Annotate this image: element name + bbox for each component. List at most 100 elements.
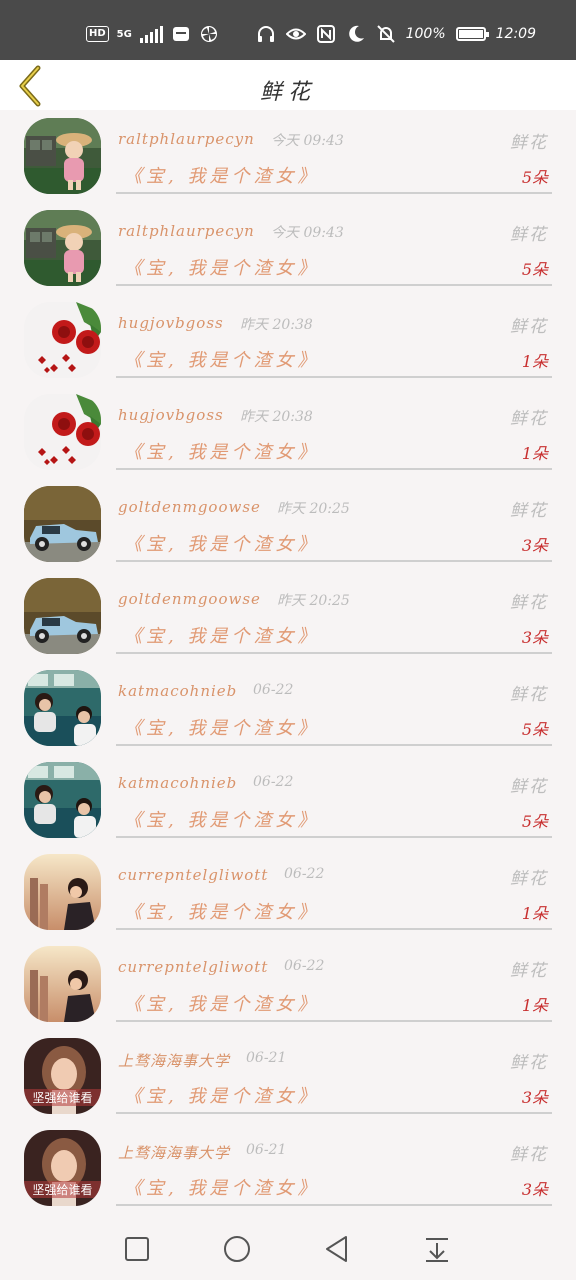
sent-time: 今天 09:43 (271, 225, 344, 241)
gift-work-title[interactable]: 《宝, 我是个渣女》 (124, 990, 319, 1016)
gift-type-label: 鲜花 (510, 869, 548, 889)
gift-list[interactable]: raltphlaurpecyn 今天 09:43 鲜花 《宝, 我是个渣女》 5… (0, 112, 576, 1216)
signal-icon (139, 25, 163, 43)
gift-type-label: 鲜花 (510, 225, 548, 245)
user-avatar[interactable] (24, 394, 101, 470)
home-icon[interactable] (222, 1234, 252, 1264)
row-divider (116, 1020, 552, 1022)
user-avatar[interactable] (24, 946, 101, 1022)
sender-name[interactable]: 上骛海海事大学 (118, 1050, 230, 1071)
status-bar: HD 5G 100% 12:09 (0, 0, 576, 60)
sender-name[interactable]: raltphlaurpecyn (118, 130, 255, 148)
gift-row[interactable]: 坚强给谁看 上骛海海事大学 06-21 鲜花 《宝, 我是个渣女》 3朵 (0, 1124, 576, 1216)
user-avatar[interactable] (24, 486, 101, 562)
gift-work-title[interactable]: 《宝, 我是个渣女》 (124, 438, 319, 464)
row-divider (116, 1112, 552, 1114)
gift-row[interactable]: goltdenmgoowse 昨天 20:25 鲜花 《宝, 我是个渣女》 3朵 (0, 480, 576, 572)
recent-apps-icon[interactable] (122, 1234, 152, 1264)
pinwheel-app-icon (200, 26, 217, 42)
status-right-group: 100% 12:09 (256, 24, 536, 44)
bell-muted-icon (376, 25, 395, 43)
user-avatar[interactable] (24, 578, 101, 654)
sent-time: 昨天 20:25 (277, 501, 350, 517)
sender-name[interactable]: goltdenmgoowse (118, 498, 261, 516)
sender-name[interactable]: goltdenmgoowse (118, 590, 261, 608)
user-avatar[interactable] (24, 670, 101, 746)
avatar-caption: 坚强给谁看 (24, 1089, 101, 1106)
sender-name[interactable]: katmacohnieb (118, 774, 237, 792)
gift-row[interactable]: hugjovbgoss 昨天 20:38 鲜花 《宝, 我是个渣女》 1朵 (0, 296, 576, 388)
gift-row[interactable]: raltphlaurpecyn 今天 09:43 鲜花 《宝, 我是个渣女》 5… (0, 204, 576, 296)
gift-work-title[interactable]: 《宝, 我是个渣女》 (124, 898, 319, 924)
gift-type-label: 鲜花 (510, 317, 548, 337)
sender-name[interactable]: currepntelgliwott (118, 958, 268, 976)
gift-row[interactable]: currepntelgliwott 06-22 鲜花 《宝, 我是个渣女》 1朵 (0, 848, 576, 940)
gift-type-label: 鲜花 (510, 409, 548, 429)
row-divider (116, 468, 552, 470)
gift-count: 3朵 (521, 628, 548, 647)
sender-name[interactable]: currepntelgliwott (118, 866, 268, 884)
user-avatar[interactable] (24, 118, 101, 194)
row-divider (116, 928, 552, 930)
user-avatar[interactable] (24, 210, 101, 286)
gift-type-label: 鲜花 (510, 133, 548, 153)
notification-shade-icon[interactable] (422, 1234, 452, 1264)
gift-row[interactable]: raltphlaurpecyn 今天 09:43 鲜花 《宝, 我是个渣女》 5… (0, 112, 576, 204)
sent-time: 06-22 (253, 774, 294, 790)
gift-count: 5朵 (521, 260, 548, 279)
nfc-icon (316, 25, 335, 43)
row-divider (116, 376, 552, 378)
gift-row[interactable]: hugjovbgoss 昨天 20:38 鲜花 《宝, 我是个渣女》 1朵 (0, 388, 576, 480)
sent-time: 06-21 (246, 1142, 287, 1158)
sender-name[interactable]: hugjovbgoss (118, 314, 224, 332)
gift-type-label: 鲜花 (510, 777, 548, 797)
gift-row[interactable]: goltdenmgoowse 昨天 20:25 鲜花 《宝, 我是个渣女》 3朵 (0, 572, 576, 664)
gift-type-label: 鲜花 (510, 1053, 548, 1073)
gift-row[interactable]: katmacohnieb 06-22 鲜花 《宝, 我是个渣女》 5朵 (0, 664, 576, 756)
gift-work-title[interactable]: 《宝, 我是个渣女》 (124, 622, 319, 648)
sent-time: 今天 09:43 (271, 133, 344, 149)
user-avatar[interactable]: 坚强给谁看 (24, 1130, 101, 1206)
sender-name[interactable]: raltphlaurpecyn (118, 222, 255, 240)
row-divider (116, 744, 552, 746)
gift-count: 1朵 (521, 904, 548, 923)
gift-type-label: 鲜花 (510, 1145, 548, 1165)
row-divider (116, 560, 552, 562)
battery-icon (455, 27, 489, 41)
gift-work-title[interactable]: 《宝, 我是个渣女》 (124, 346, 319, 372)
gift-count: 1朵 (521, 996, 548, 1015)
user-avatar[interactable] (24, 762, 101, 838)
sender-name[interactable]: katmacohnieb (118, 682, 237, 700)
gift-work-title[interactable]: 《宝, 我是个渣女》 (124, 1174, 319, 1200)
row-divider (116, 836, 552, 838)
avatar-caption: 坚强给谁看 (24, 1181, 101, 1198)
gift-work-title[interactable]: 《宝, 我是个渣女》 (124, 1082, 319, 1108)
sent-time: 昨天 20:38 (240, 317, 313, 333)
gift-work-title[interactable]: 《宝, 我是个渣女》 (124, 530, 319, 556)
battery-fill (458, 30, 483, 38)
gift-work-title[interactable]: 《宝, 我是个渣女》 (124, 714, 319, 740)
gift-row[interactable]: 坚强给谁看 上骛海海事大学 06-21 鲜花 《宝, 我是个渣女》 3朵 (0, 1032, 576, 1124)
gift-type-label: 鲜花 (510, 961, 548, 981)
gift-row[interactable]: currepntelgliwott 06-22 鲜花 《宝, 我是个渣女》 1朵 (0, 940, 576, 1032)
gift-work-title[interactable]: 《宝, 我是个渣女》 (124, 254, 319, 280)
row-divider (116, 192, 552, 194)
row-divider (116, 652, 552, 654)
gift-work-title[interactable]: 《宝, 我是个渣女》 (124, 806, 319, 832)
user-avatar[interactable] (24, 302, 101, 378)
back-icon[interactable] (322, 1234, 352, 1264)
user-avatar[interactable] (24, 854, 101, 930)
user-avatar[interactable]: 坚强给谁看 (24, 1038, 101, 1114)
gift-count: 5朵 (521, 168, 548, 187)
gift-count: 3朵 (521, 1180, 548, 1199)
gift-work-title[interactable]: 《宝, 我是个渣女》 (124, 162, 319, 188)
gift-type-label: 鲜花 (510, 501, 548, 521)
battery-percent: 100% (405, 26, 446, 42)
sender-name[interactable]: hugjovbgoss (118, 406, 224, 424)
gift-row[interactable]: katmacohnieb 06-22 鲜花 《宝, 我是个渣女》 5朵 (0, 756, 576, 848)
row-divider (116, 1204, 552, 1206)
sent-time: 昨天 20:25 (277, 593, 350, 609)
clock: 12:09 (495, 26, 536, 42)
sender-name[interactable]: 上骛海海事大学 (118, 1142, 230, 1163)
sent-time: 06-22 (284, 866, 325, 882)
